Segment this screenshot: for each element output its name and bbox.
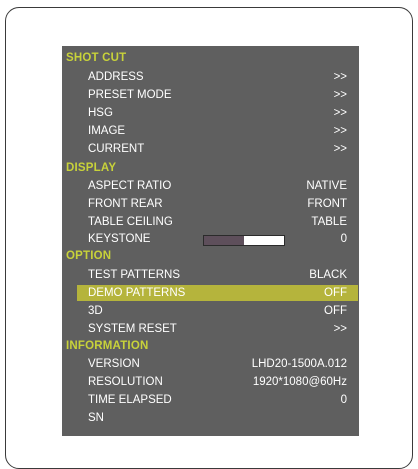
menu-item-label: 3D: [88, 305, 103, 317]
section-header-information: INFORMATION: [66, 340, 149, 352]
section-header-display: DISPLAY: [66, 162, 117, 174]
menu-item-front-rear[interactable]: FRONT REAR FRONT: [62, 195, 359, 213]
menu-item-label: ASPECT RATIO: [88, 180, 172, 192]
menu-item-system-reset[interactable]: SYSTEM RESET >>: [62, 320, 359, 338]
menu-item-value: TABLE: [311, 216, 347, 228]
menu-item-address[interactable]: ADDRESS >>: [62, 68, 359, 86]
menu-item-label: ADDRESS: [88, 71, 144, 83]
menu-item-keystone[interactable]: KEYSTONE 0: [62, 230, 359, 248]
menu-item-demo-patterns[interactable]: DEMO PATTERNS OFF: [62, 285, 359, 303]
menu-item-value: >>: [333, 71, 347, 83]
menu-item-value: 0: [340, 394, 347, 406]
menu-item-label: RESOLUTION: [88, 376, 163, 388]
menu-item-value: >>: [333, 89, 347, 101]
menu-item-3d[interactable]: 3D OFF: [62, 302, 359, 320]
menu-item-value: >>: [333, 143, 347, 155]
menu-item-image[interactable]: IMAGE >>: [62, 122, 359, 140]
menu-item-value: 1920*1080@60Hz: [252, 376, 347, 388]
menu-item-hsg[interactable]: HSG >>: [62, 104, 359, 122]
menu-item-resolution: RESOLUTION 1920*1080@60Hz: [62, 373, 359, 391]
menu-item-label: TEST PATTERNS: [88, 269, 181, 281]
menu-item-test-patterns[interactable]: TEST PATTERNS BLACK: [62, 266, 359, 284]
menu-item-label: TIME ELAPSED: [88, 394, 172, 406]
menu-item-label: TABLE CEILING: [88, 216, 173, 228]
menu-item-value: >>: [333, 323, 347, 335]
menu-item-value: >>: [333, 107, 347, 119]
menu-item-label: IMAGE: [88, 125, 126, 137]
menu-item-label: SYSTEM RESET: [88, 323, 177, 335]
menu-item-version: VERSION LHD20-1500A.012: [62, 355, 359, 373]
menu-item-label: CURRENT: [88, 143, 145, 155]
menu-item-label: HSG: [88, 107, 113, 119]
menu-item-value: OFF: [324, 305, 347, 317]
menu-item-label: SN: [88, 412, 104, 424]
menu-item-value: BLACK: [309, 269, 347, 281]
menu-item-value: LHD20-1500A.012: [251, 358, 347, 370]
osd-menu: SHOT CUT ADDRESS >> PRESET MODE >> HSG >…: [62, 46, 359, 436]
menu-item-current[interactable]: CURRENT >>: [62, 140, 359, 158]
menu-item-label: PRESET MODE: [88, 89, 172, 101]
menu-item-value: OFF: [324, 287, 347, 299]
menu-item-label: FRONT REAR: [88, 198, 163, 210]
menu-item-label: VERSION: [88, 358, 140, 370]
menu-item-aspect-ratio[interactable]: ASPECT RATIO NATIVE: [62, 177, 359, 195]
keystone-slider-fill: [204, 236, 244, 245]
menu-item-time-elapsed: TIME ELAPSED 0: [62, 391, 359, 409]
menu-item-value: >>: [333, 125, 347, 137]
section-header-shot-cut: SHOT CUT: [66, 52, 127, 64]
menu-item-sn: SN: [62, 409, 359, 427]
menu-item-value: 0: [340, 233, 347, 245]
menu-item-label: DEMO PATTERNS: [88, 287, 186, 299]
menu-item-preset-mode[interactable]: PRESET MODE >>: [62, 86, 359, 104]
menu-item-label: KEYSTONE: [88, 233, 151, 245]
section-header-option: OPTION: [66, 250, 112, 262]
keystone-slider[interactable]: [203, 235, 285, 246]
menu-item-value: NATIVE: [306, 180, 347, 192]
menu-item-table-ceiling[interactable]: TABLE CEILING TABLE: [62, 213, 359, 231]
menu-item-value: FRONT: [307, 198, 347, 210]
